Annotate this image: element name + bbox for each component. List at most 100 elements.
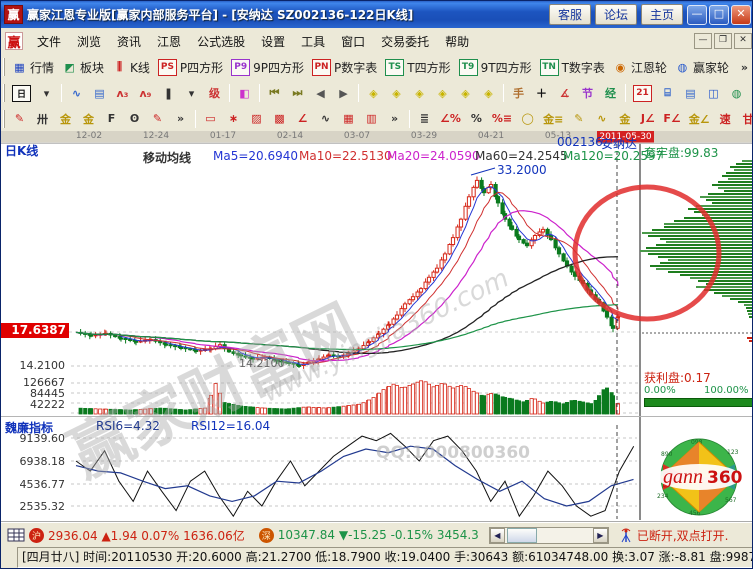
square-grid-2-button[interactable]: ▥ [361,110,382,127]
menu-item-0[interactable]: 文件 [29,30,69,53]
t-digit-table-button[interactable]: TNT数字表 [537,58,608,77]
t-square-button[interactable]: TST四方形 [382,58,453,77]
toolbar3-more-1-button[interactable]: » [170,110,191,127]
j-angle-button[interactable]: J∠ [637,110,658,127]
maximize-button[interactable]: □ [709,5,729,25]
diamond-expand-button[interactable]: ◈ [409,85,430,102]
ray-fan-button[interactable]: ∗ [223,110,244,127]
p-square-button[interactable]: PSP四方形 [155,58,226,77]
9t-square-button[interactable]: T99T四方形 [456,58,535,77]
mdi-restore-button[interactable]: ❐ [714,33,732,49]
kline-button[interactable]: ⫼K线 [109,58,153,77]
calculator-button[interactable]: ⌸ [657,85,678,102]
angle-measure-button[interactable]: ∡ [554,85,575,102]
horizontal-scrollbar[interactable]: ◀ ▶ [489,527,609,544]
zigzag-button[interactable]: ∿ [315,110,336,127]
f-angle-button[interactable]: F∠ [660,110,683,127]
close-button[interactable]: ✕ [731,5,751,25]
toolbar3-more-2-button[interactable]: » [384,110,405,127]
percent-button[interactable]: % [466,110,487,127]
crosshair-button[interactable]: ＋ [531,85,552,102]
draw-pen-button[interactable]: ✎ [9,110,30,127]
speed-angle-button[interactable]: 速 [715,110,736,127]
diamond-left-button[interactable]: ◈ [363,85,384,102]
menu-item-2[interactable]: 资讯 [109,30,149,53]
title-bar[interactable]: 赢 赢家江恩专业版[赢家内部服务平台] - [安纳达 SZ002136-122日… [1,1,753,28]
9p-square-button[interactable]: P99P四方形 [228,58,307,77]
winner-wheel-button[interactable]: ◍赢家轮 [672,58,732,77]
diamond-shrink-button[interactable]: ◈ [432,85,453,102]
menu-item-4[interactable]: 公式选股 [189,30,253,53]
quote-table-icon[interactable] [7,528,25,542]
toolbar-grip[interactable] [3,58,5,76]
printer-button[interactable]: ▣ [749,85,753,102]
angle-lines-button[interactable]: ∠ [292,110,313,127]
wave-3-button[interactable]: ʌ₃ [112,85,133,102]
menu-item-6[interactable]: 工具 [293,30,333,53]
diamond-full-button[interactable]: ◈ [478,85,499,102]
network-button[interactable]: ◍ [726,85,747,102]
connection-status-text[interactable]: 已断开,双点打开. [637,527,729,544]
gann-angle-button[interactable]: 甘 [738,110,753,127]
menu-item-8[interactable]: 交易委托 [373,30,437,53]
next-bar-button[interactable]: ▶ [333,85,354,102]
shanghai-index[interactable]: 2936.04 ▲1.94 0.07% 1636.06亿 [48,527,245,544]
gann-meridian-button[interactable]: 经 [600,85,621,102]
fibonacci-f-button[interactable]: F [101,110,122,127]
p-digit-table-button[interactable]: PNP数字表 [309,58,380,77]
candle-style-button[interactable]: ❚ [158,85,179,102]
gann-festival-button[interactable]: 节 [577,85,598,102]
hand-drag-button[interactable]: 手 [508,85,529,102]
candle-dropdown-button[interactable]: ▾ [181,85,202,102]
menu-item-3[interactable]: 江恩 [149,30,189,53]
mdi-close-button[interactable]: ✕ [734,33,752,49]
golden-section-button[interactable]: 金 [55,110,76,127]
calendar-button[interactable]: 21 [630,84,655,103]
prev-bar-button[interactable]: ◀ [310,85,331,102]
box-cross-button[interactable]: ▩ [269,110,290,127]
angle-percent-button[interactable]: ∠% [437,110,464,127]
connection-antenna-icon[interactable] [619,527,633,543]
stat-level-button[interactable]: 级 [204,85,225,102]
menu-item-1[interactable]: 浏览 [69,30,109,53]
period-dropdown-button[interactable]: ▾ [36,85,57,102]
home-button[interactable]: 主页 [641,4,683,25]
menu-item-9[interactable]: 帮助 [437,30,477,53]
scroll-left-button[interactable]: ◀ [490,528,505,543]
minimize-button[interactable]: — [687,5,707,25]
service-button[interactable]: 客服 [549,4,591,25]
toolbar1-more-button[interactable]: » [734,59,753,76]
period-day-button[interactable]: 日 [9,84,34,103]
scrollbar-thumb[interactable] [507,528,537,543]
notepad-button[interactable]: ▤ [680,85,701,102]
gold-pen-button[interactable]: ✎ [568,110,589,127]
last-bar-button[interactable]: ⏭ [287,85,308,102]
toolbar-grip[interactable] [3,84,5,102]
menu-item-7[interactable]: 窗口 [333,30,373,53]
gold-tool-button[interactable]: 金 [614,110,635,127]
forum-button[interactable]: 论坛 [595,4,637,25]
save-button[interactable]: ◫ [703,85,724,102]
gold-angle-button[interactable]: 金∠ [686,110,713,127]
chart-region[interactable]: 12-0212-2401-1702-1403-0703-2904-2105-13… [1,131,753,521]
scroll-right-button[interactable]: ▶ [593,528,608,543]
first-bar-button[interactable]: ⏮ [264,85,285,102]
box-rays-button[interactable]: ▨ [246,110,267,127]
gann-wheel-button[interactable]: ◉江恩轮 [610,58,670,77]
diamond-fit-button[interactable]: ◈ [455,85,476,102]
market-quotes-button[interactable]: ▦行情 [9,58,57,77]
toolbar-grip[interactable] [3,110,5,128]
square-grid-button[interactable]: ▦ [338,110,359,127]
gann-box-button[interactable]: ▭ [200,110,221,127]
percent-lines-button[interactable]: %≡ [489,110,515,127]
trend-wave-button[interactable]: ∿ [66,85,87,102]
gold-circle-button[interactable]: ◯ [517,110,538,127]
shenzhen-index[interactable]: 10347.84 ▼-15.25 -0.15% 3454.3 [278,528,479,542]
mdi-minimize-button[interactable]: — [694,33,712,49]
wave-9-button[interactable]: ʌ₉ [135,85,156,102]
color-chart-button[interactable]: ◧ [234,85,255,102]
grid-ruler-button[interactable]: 卅 [32,110,53,127]
gold-wave-button[interactable]: ∿ [591,110,612,127]
gold-lines-button[interactable]: 金≡ [540,110,566,127]
diamond-right-button[interactable]: ◈ [386,85,407,102]
